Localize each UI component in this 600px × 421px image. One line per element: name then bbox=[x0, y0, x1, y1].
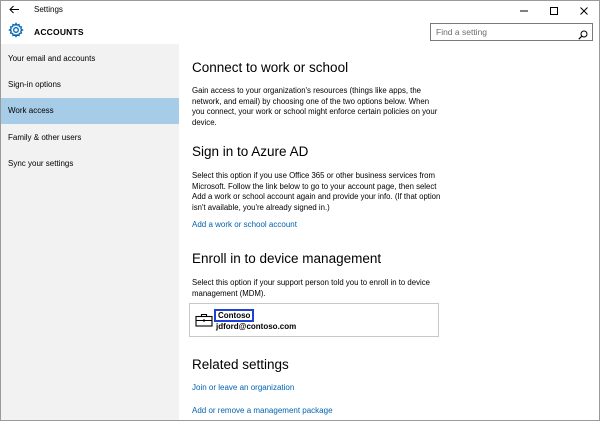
account-org-name: Contoso bbox=[214, 309, 255, 322]
close-icon bbox=[580, 7, 588, 15]
search-input[interactable] bbox=[431, 24, 571, 40]
minimize-button[interactable] bbox=[509, 1, 539, 20]
maximize-button[interactable] bbox=[539, 1, 569, 20]
gear-icon bbox=[8, 22, 24, 38]
back-button[interactable] bbox=[1, 1, 29, 20]
sidebar-item-sign-in-options[interactable]: Sign-in options bbox=[1, 72, 179, 98]
add-or-remove-management-package-link[interactable]: Add or remove a management package bbox=[192, 406, 333, 415]
settings-window: Settings ACCOUNTS Find a setting Your em… bbox=[0, 0, 600, 421]
azure-heading: Sign in to Azure AD bbox=[192, 144, 309, 159]
enroll-heading: Enroll in to device management bbox=[192, 251, 382, 266]
search-box[interactable] bbox=[430, 23, 593, 41]
join-or-leave-organization-link[interactable]: Join or leave an organization bbox=[192, 383, 294, 392]
page-title: ACCOUNTS bbox=[34, 27, 84, 37]
add-work-or-school-account-link[interactable]: Add a work or school account bbox=[192, 220, 297, 229]
sidebar-item-work-access[interactable]: Work access bbox=[1, 98, 179, 124]
sidebar-item-your-email-and-accounts[interactable]: Your email and accounts bbox=[1, 46, 179, 72]
sidebar: Your email and accounts Sign-in options … bbox=[1, 44, 179, 420]
window-title: Settings bbox=[34, 5, 63, 14]
related-settings-heading: Related settings bbox=[192, 357, 289, 372]
maximize-icon bbox=[550, 7, 558, 15]
briefcase-icon bbox=[195, 313, 213, 329]
account-email: jdford@contoso.com bbox=[216, 322, 297, 331]
settings-header: ACCOUNTS bbox=[1, 20, 599, 44]
connect-heading: Connect to work or school bbox=[192, 60, 349, 75]
main-content: Connect to work or school Gain access to… bbox=[179, 44, 599, 420]
work-account-card[interactable]: Contoso jdford@contoso.com bbox=[189, 303, 439, 337]
connect-description: Gain access to your organization's resou… bbox=[192, 86, 438, 127]
back-arrow-icon bbox=[9, 5, 19, 14]
search-icon[interactable] bbox=[578, 27, 588, 40]
enroll-description: Select this option if your support perso… bbox=[192, 278, 430, 298]
sidebar-item-family-other-users[interactable]: Family & other users bbox=[1, 125, 179, 151]
title-bar: Settings bbox=[1, 1, 599, 20]
minimize-icon bbox=[520, 10, 528, 12]
azure-description: Select this option if you use Office 365… bbox=[192, 171, 441, 212]
sidebar-item-sync-your-settings[interactable]: Sync your settings bbox=[1, 151, 179, 177]
close-button[interactable] bbox=[569, 1, 599, 20]
